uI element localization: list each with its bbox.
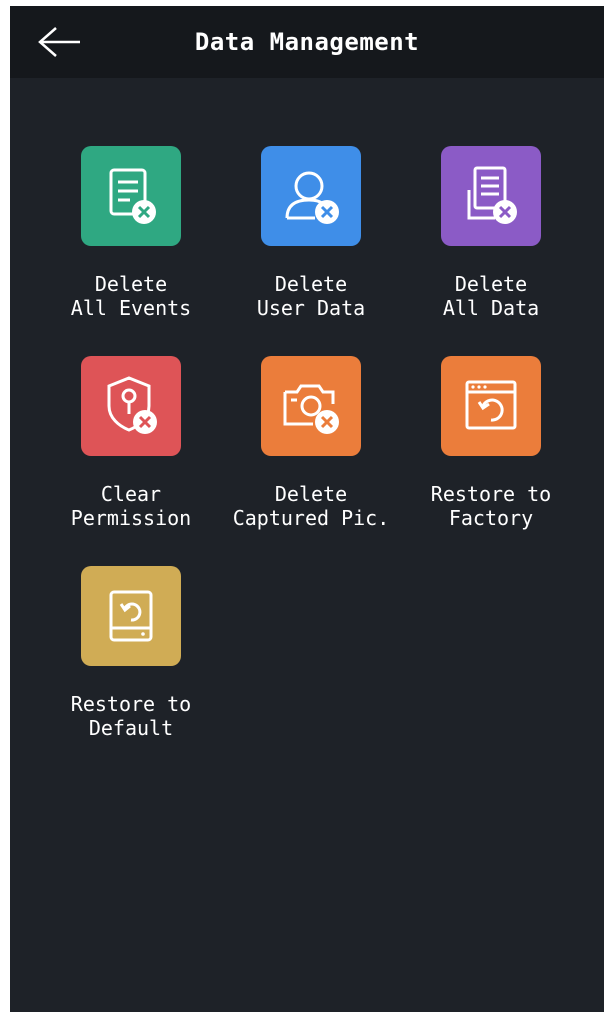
tile-label: Clear Permission bbox=[70, 482, 192, 530]
delete-all-events-tile[interactable]: Delete All Events bbox=[41, 146, 221, 336]
restore-to-factory-tile[interactable]: Restore to Factory bbox=[401, 356, 581, 546]
restore-factory-icon bbox=[441, 356, 541, 456]
tile-label: Delete All Events bbox=[70, 272, 192, 320]
tile-label: Restore to Default bbox=[70, 692, 192, 740]
delete-all-data-tile[interactable]: Delete All Data bbox=[401, 146, 581, 336]
clear-permission-tile[interactable]: Clear Permission bbox=[41, 356, 221, 546]
delete-events-icon bbox=[81, 146, 181, 246]
delete-user-data-tile[interactable]: Delete User Data bbox=[221, 146, 401, 336]
tile-label: Restore to Factory bbox=[430, 482, 552, 530]
delete-captured-pic-tile[interactable]: Delete Captured Pic. bbox=[221, 356, 401, 546]
tile-label: Delete User Data bbox=[256, 272, 366, 320]
clear-permission-icon bbox=[81, 356, 181, 456]
delete-data-icon bbox=[441, 146, 541, 246]
restore-default-icon bbox=[81, 566, 181, 666]
tile-label: Delete All Data bbox=[442, 272, 540, 320]
data-management-screen: Data Management Delete All Events Delete… bbox=[10, 6, 604, 1012]
delete-picture-icon bbox=[261, 356, 361, 456]
tile-label: Delete Captured Pic. bbox=[232, 482, 390, 530]
delete-user-icon bbox=[261, 146, 361, 246]
header-bar: Data Management bbox=[10, 6, 604, 78]
restore-to-default-tile[interactable]: Restore to Default bbox=[41, 566, 221, 756]
page-title: Data Management bbox=[194, 28, 420, 56]
